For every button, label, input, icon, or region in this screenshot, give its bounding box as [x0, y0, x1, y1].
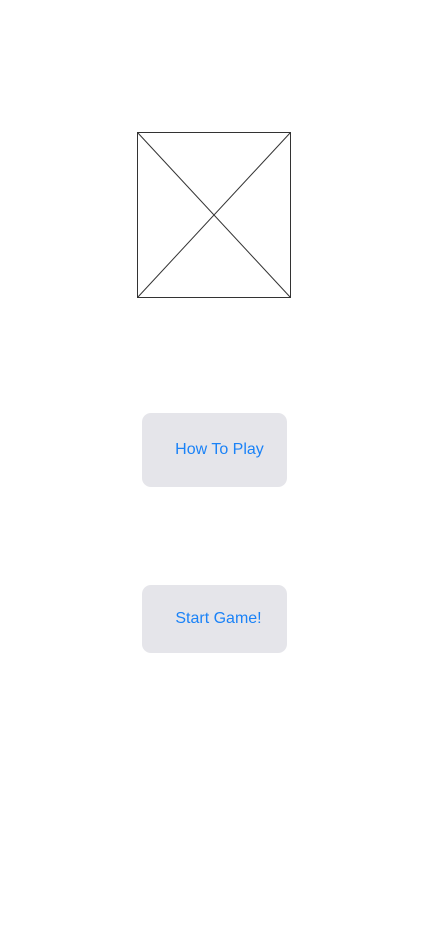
start-game-button[interactable]: Start Game! — [142, 585, 287, 653]
start-game-label: Start Game! — [175, 610, 262, 627]
image-placeholder-icon — [137, 132, 291, 298]
how-to-play-label: How To Play — [175, 441, 264, 458]
how-to-play-button[interactable]: How To Play — [142, 413, 287, 487]
main-menu-screen: How To Play Start Game! — [0, 0, 428, 926]
